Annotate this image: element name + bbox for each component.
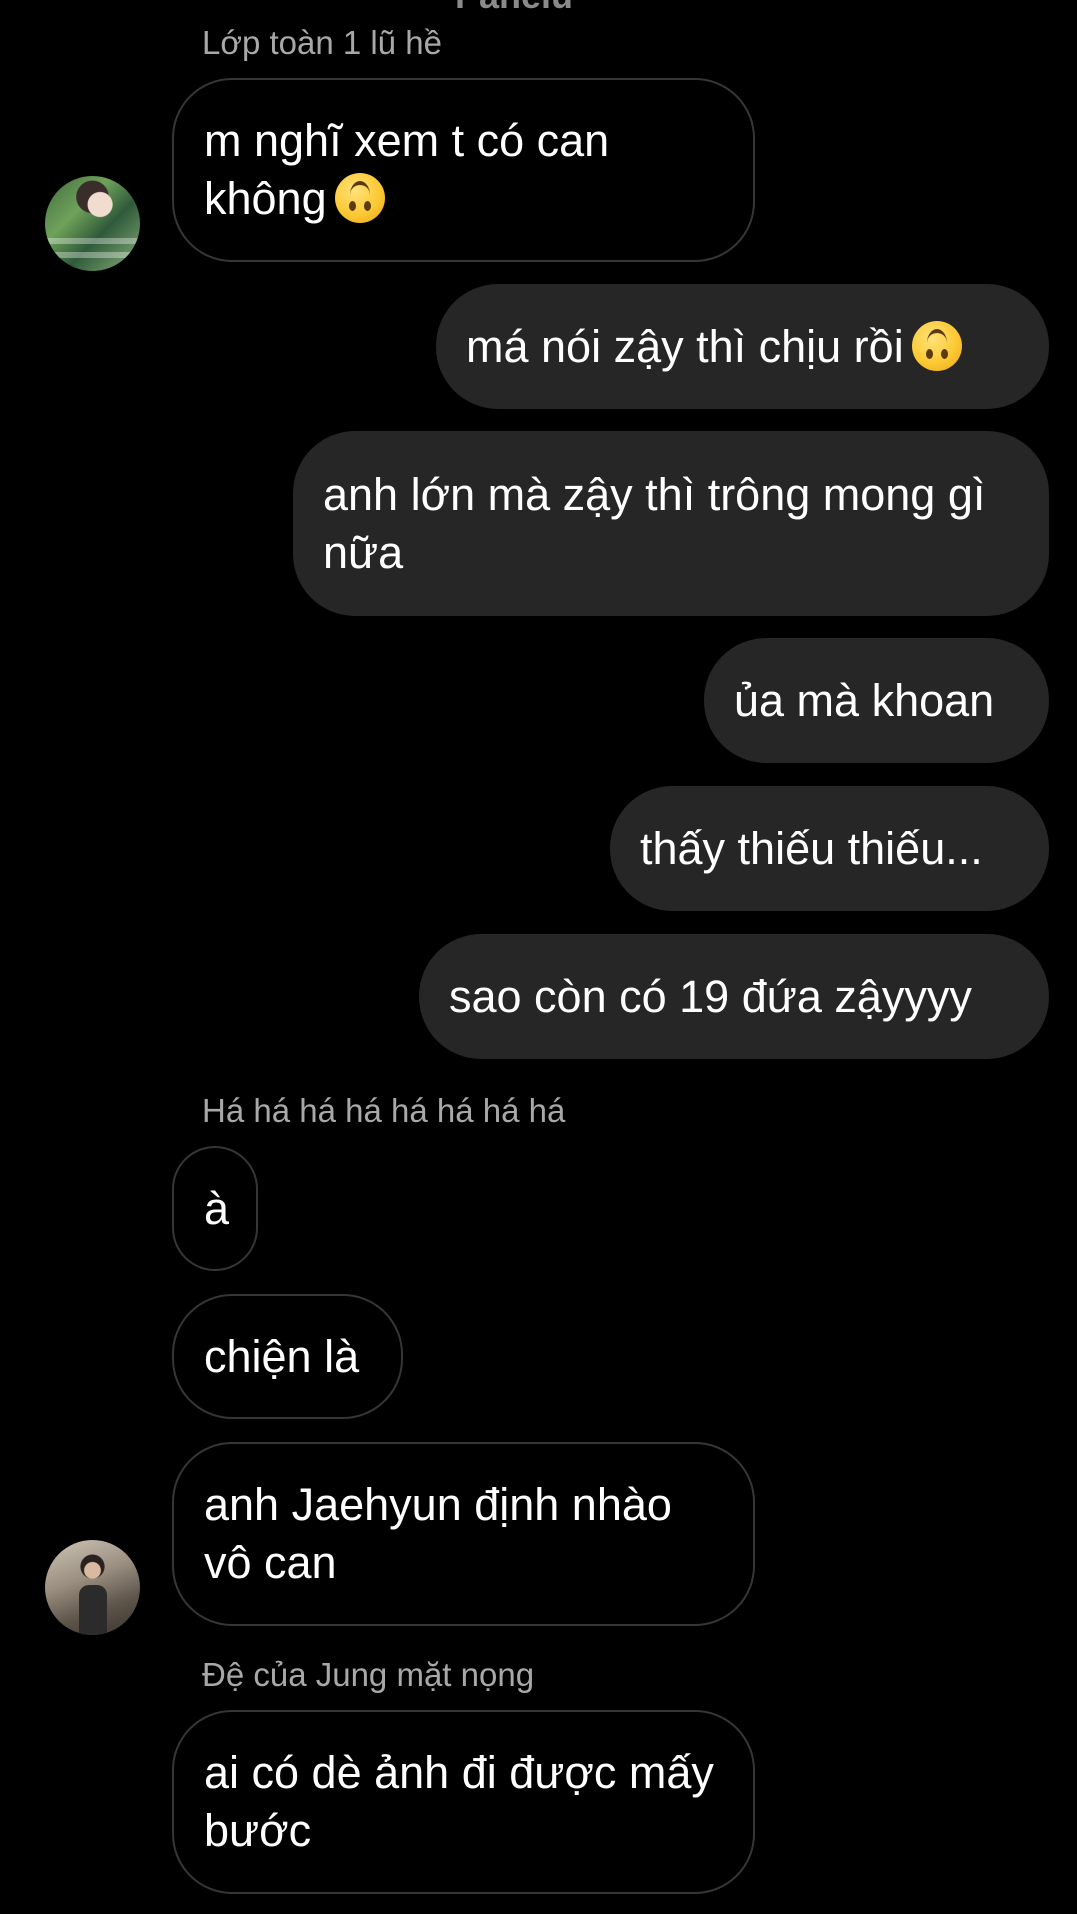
sender-avatar[interactable] bbox=[45, 176, 140, 271]
chat-header-partial: Panelu bbox=[455, 0, 573, 14]
outgoing-message-bubble[interactable]: anh lớn mà zậy thì trông mong gì nữa bbox=[293, 431, 1049, 616]
incoming-message-bubble[interactable]: ai có dè ảnh đi được mấy bước bbox=[172, 1710, 755, 1894]
message-text: m nghĩ xem t có can không bbox=[204, 112, 723, 228]
message-text: ai có dè ảnh đi được mấy bước bbox=[204, 1747, 714, 1856]
message-text: thấy thiếu thiếu... bbox=[640, 822, 983, 874]
message-text-content: m nghĩ xem t có can không bbox=[204, 115, 610, 224]
incoming-message-bubble[interactable]: à bbox=[172, 1146, 258, 1271]
outgoing-message-bubble[interactable]: má nói zậy thì chịu rồi bbox=[436, 284, 1049, 409]
outgoing-message-bubble[interactable]: ủa mà khoan bbox=[704, 638, 1049, 763]
message-text: anh lớn mà zậy thì trông mong gì nữa bbox=[323, 468, 986, 578]
message-text-content: má nói zậy thì chịu rồi bbox=[466, 320, 904, 372]
incoming-message-bubble[interactable]: m nghĩ xem t có can không bbox=[172, 78, 755, 262]
message-text: à bbox=[204, 1182, 230, 1234]
message-text: chiện là bbox=[204, 1330, 360, 1382]
incoming-message-bubble[interactable]: anh Jaehyun định nhào vô can bbox=[172, 1442, 755, 1626]
outgoing-message-bubble[interactable]: thấy thiếu thiếu... bbox=[610, 786, 1049, 911]
message-text: anh Jaehyun định nhào vô can bbox=[204, 1479, 672, 1588]
sender-avatar[interactable] bbox=[45, 1540, 140, 1635]
message-text: ủa mà khoan bbox=[734, 674, 995, 726]
incoming-message-bubble[interactable]: chiện là bbox=[172, 1294, 403, 1419]
upside-down-face-emoji-icon bbox=[334, 173, 385, 223]
sender-name: Há há há há há há há há bbox=[202, 1092, 566, 1129]
sender-name: Đệ của Jung mặt nọng bbox=[202, 1656, 535, 1693]
sender-name: Lớp toàn 1 lũ hề bbox=[202, 24, 442, 61]
message-text: má nói zậy thì chịu rồi bbox=[466, 318, 962, 376]
message-text: sao còn có 19 đứa zậyyyy bbox=[449, 970, 972, 1022]
upside-down-face-emoji-icon bbox=[911, 320, 962, 371]
outgoing-message-bubble[interactable]: sao còn có 19 đứa zậyyyy bbox=[419, 934, 1049, 1059]
